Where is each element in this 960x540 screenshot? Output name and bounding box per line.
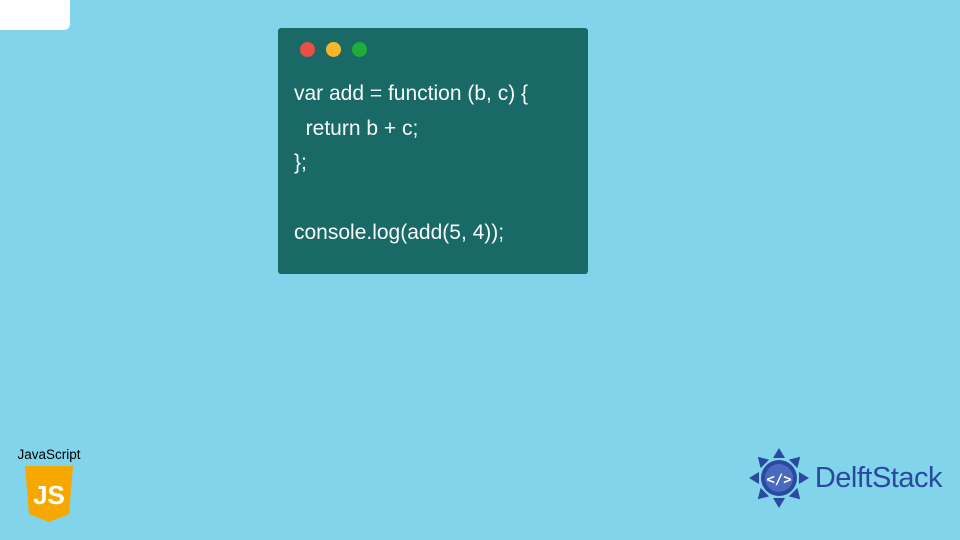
code-line: }; (294, 151, 307, 174)
code-line: return b + c; (294, 117, 418, 140)
javascript-logo-icon: JS (19, 464, 79, 524)
js-logo-text: JS (33, 480, 65, 510)
javascript-label: JavaScript (14, 447, 84, 462)
brand-emblem-icon: </> (747, 446, 811, 510)
brand-name: DelftStack (815, 462, 942, 495)
code-window: var add = function (b, c) { return b + c… (278, 28, 588, 274)
javascript-badge: JavaScript JS (14, 447, 84, 524)
code-line: console.log(add(5, 4)); (294, 221, 504, 244)
code-line: var add = function (b, c) { (294, 82, 528, 105)
page-corner-accent (0, 0, 70, 30)
maximize-icon (352, 42, 367, 57)
code-block: var add = function (b, c) { return b + c… (294, 77, 572, 250)
minimize-icon (326, 42, 341, 57)
close-icon (300, 42, 315, 57)
svg-text:</>: </> (766, 472, 791, 488)
brand-logo: </> DelftStack (747, 446, 942, 510)
window-controls (300, 42, 572, 57)
